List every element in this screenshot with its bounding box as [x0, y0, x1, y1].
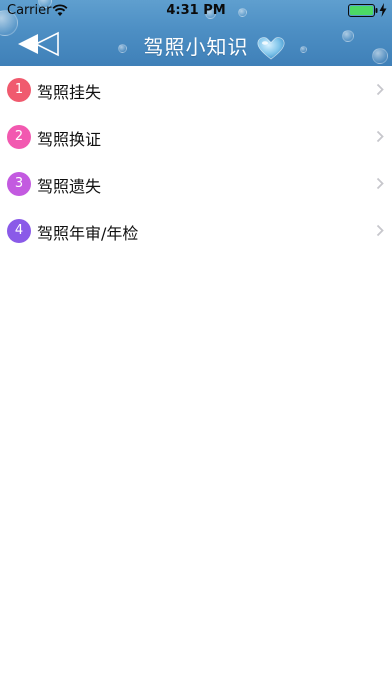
- item-number-badge: 4: [7, 219, 31, 243]
- chevron-right-icon: [376, 83, 384, 96]
- item-label: 驾照换证: [37, 130, 102, 149]
- list-item[interactable]: 3 驾照遗失: [0, 160, 392, 207]
- chevron-right-icon: [376, 130, 384, 143]
- chevron-right-icon: [376, 177, 384, 190]
- heart-icon: [257, 37, 285, 60]
- page-title: 驾照小知识: [143, 35, 249, 59]
- item-number-badge: 2: [7, 125, 31, 149]
- charging-bolt-icon: [379, 3, 387, 17]
- item-number-badge: 1: [7, 78, 31, 102]
- status-bar: Carrier 4:31 PM: [0, 0, 392, 22]
- item-number-badge: 3: [7, 172, 31, 196]
- battery-icon: [348, 4, 378, 17]
- status-time: 4:31 PM: [166, 3, 226, 18]
- knowledge-list: 1 驾照挂失 2 驾照换证 3 驾照遗失 4 驾照年审/年检: [0, 66, 392, 254]
- item-label: 驾照年审/年检: [37, 224, 139, 243]
- item-label: 驾照挂失: [37, 83, 102, 102]
- list-item[interactable]: 2 驾照换证: [0, 113, 392, 160]
- chevron-right-icon: [376, 224, 384, 237]
- navigation-header: Carrier 4:31 PM 驾照小知识: [0, 0, 392, 66]
- item-label: 驾照遗失: [37, 177, 102, 196]
- list-item[interactable]: 4 驾照年审/年检: [0, 207, 392, 254]
- list-item[interactable]: 1 驾照挂失: [0, 66, 392, 113]
